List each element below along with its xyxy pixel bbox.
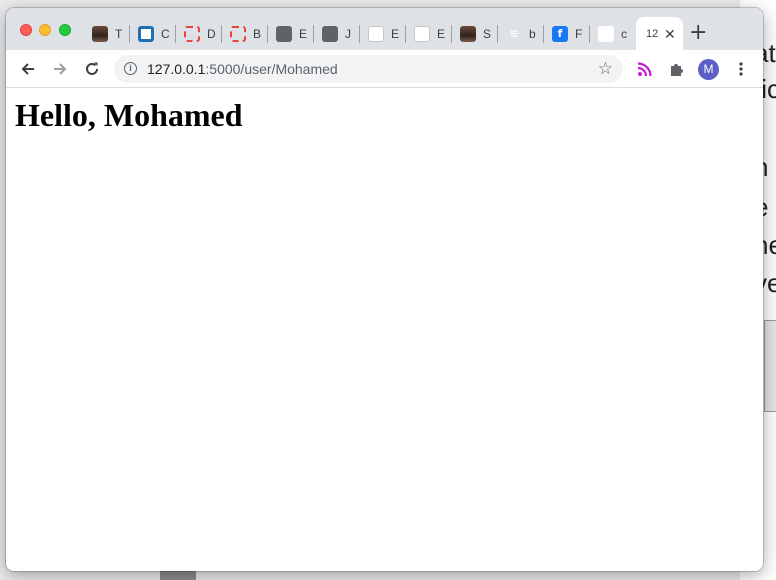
rss-extension-icon[interactable] (631, 55, 659, 83)
tab-title: E (437, 26, 446, 41)
portrait-favicon-icon (460, 25, 476, 42)
background-panel (764, 320, 776, 412)
browser-tab[interactable]: S (452, 17, 498, 50)
page-title: Hello, Mohamed (15, 97, 243, 133)
browser-window: T C D B E J W E W E S ≋ b f F G c 12 ✕ +… (6, 8, 763, 571)
tab-title: E (299, 26, 308, 41)
extensions-puzzle-icon[interactable] (663, 55, 691, 83)
url-text[interactable]: 127.0.0.1:5000/user/Mohamed (147, 61, 338, 77)
browser-tab[interactable]: ≋ b (498, 17, 544, 50)
bookmark-star-icon[interactable]: ☆ (598, 59, 613, 79)
red-ring-favicon-icon (230, 25, 246, 42)
browser-tab[interactable]: B (222, 17, 268, 50)
google-favicon-icon: G (598, 25, 614, 42)
wikipedia-favicon-icon: W (414, 25, 430, 42)
tab-title: S (483, 26, 492, 41)
tab-title: b (529, 26, 536, 41)
site-info-icon[interactable]: i (124, 62, 137, 75)
browser-tab[interactable]: T (84, 17, 130, 50)
portrait-favicon-icon (92, 25, 108, 42)
tab-title: F (575, 26, 583, 41)
browser-tab[interactable]: D (176, 17, 222, 50)
browser-tab[interactable]: W E (360, 17, 406, 50)
new-tab-button[interactable]: + (689, 22, 707, 44)
kebab-menu-icon[interactable] (727, 55, 755, 83)
browser-tab[interactable]: f F (544, 17, 590, 50)
close-tab-icon[interactable]: ✕ (664, 27, 676, 41)
tab-title: J (345, 26, 351, 41)
window-close-button[interactable] (20, 24, 32, 36)
browser-tab[interactable]: J (314, 17, 360, 50)
reload-icon[interactable] (78, 55, 106, 83)
wikipedia-favicon-icon: W (368, 25, 384, 42)
tab-title: c (621, 26, 627, 41)
tab-title: B (253, 26, 262, 41)
address-bar[interactable]: i 127.0.0.1:5000/user/Mohamed ☆ (114, 55, 623, 83)
tab-title: 12 (646, 27, 659, 40)
tab-strip: T C D B E J W E W E S ≋ b f F G c 12 ✕ + (6, 8, 763, 50)
globe-favicon-icon (322, 25, 338, 42)
url-host: 127.0.0.1 (147, 61, 206, 77)
browser-tab[interactable]: W E (406, 17, 452, 50)
red-ring-favicon-icon (184, 25, 200, 42)
stackoverflow-favicon-icon: ≋ (509, 27, 519, 40)
window-minimize-button[interactable] (39, 24, 51, 36)
forward-arrow-icon[interactable] (46, 55, 74, 83)
browser-tab[interactable]: E (268, 17, 314, 50)
tab-title: C (161, 26, 170, 41)
page-content: Hello, Mohamed (6, 88, 763, 571)
browser-tab[interactable]: G c (590, 17, 636, 50)
tab-list: T C D B E J W E W E S ≋ b f F G c 12 ✕ (84, 17, 683, 50)
tab-title: D (207, 26, 216, 41)
browser-toolbar: i 127.0.0.1:5000/user/Mohamed ☆ M (6, 50, 763, 88)
back-arrow-icon[interactable] (14, 55, 42, 83)
globe-favicon-icon (276, 25, 292, 42)
window-maximize-button[interactable] (59, 24, 71, 36)
facebook-favicon-icon: f (552, 25, 568, 42)
tab-title: T (115, 26, 123, 41)
browser-tab[interactable]: C (130, 17, 176, 50)
url-path: :5000/user/Mohamed (205, 61, 338, 77)
active-browser-tab[interactable]: 12 ✕ (636, 17, 683, 50)
blue-circle-p-favicon-icon (138, 25, 154, 42)
profile-avatar[interactable]: M (698, 59, 719, 80)
tab-title: E (391, 26, 400, 41)
